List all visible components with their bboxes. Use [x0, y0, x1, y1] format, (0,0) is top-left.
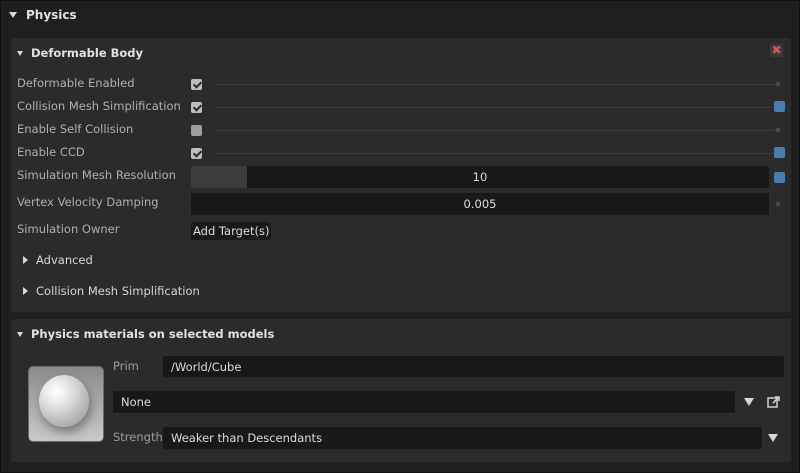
- strength-dropdown[interactable]: Weaker than Descendants: [163, 427, 762, 449]
- material-sphere-preview: [39, 375, 89, 427]
- deformable-enabled-label: Deformable Enabled: [17, 76, 135, 90]
- open-material-icon[interactable]: [767, 395, 781, 409]
- collision-mesh-simplification-section-header[interactable]: Collision Mesh Simplification: [23, 284, 200, 298]
- divider: [215, 153, 775, 154]
- divider: [215, 84, 775, 85]
- modified-value-indicator[interactable]: [774, 101, 785, 112]
- chevron-down-icon[interactable]: [768, 434, 778, 442]
- advanced-section-header[interactable]: Advanced: [23, 253, 93, 267]
- collision-mesh-simplification-checkbox[interactable]: [191, 102, 202, 113]
- collision-mesh-simplification-label: Collision Mesh Simplification: [17, 99, 181, 113]
- default-value-indicator[interactable]: [776, 128, 780, 132]
- enable-ccd-label: Enable CCD: [17, 145, 85, 159]
- enable-self-collision-label: Enable Self Collision: [17, 122, 134, 136]
- material-preview-thumbnail: [28, 366, 104, 442]
- vertex-velocity-damping-label: Vertex Velocity Damping: [17, 195, 159, 209]
- deformable-body-header[interactable]: Deformable Body: [17, 45, 143, 61]
- advanced-section-title: Advanced: [36, 253, 93, 267]
- modified-value-indicator[interactable]: [774, 147, 785, 158]
- collapse-triangle-icon[interactable]: [9, 12, 17, 18]
- slider-fill: [191, 166, 247, 188]
- deformable-body-panel: Deformable Body ✖ Deformable Enabled Col…: [11, 38, 791, 312]
- collapse-triangle-icon[interactable]: [17, 50, 23, 56]
- enable-self-collision-checkbox[interactable]: [191, 125, 202, 136]
- divider: [215, 130, 775, 131]
- default-value-indicator[interactable]: [776, 82, 780, 86]
- simulation-mesh-resolution-label: Simulation Mesh Resolution: [17, 168, 176, 182]
- physics-section-title: Physics: [26, 8, 77, 22]
- deformable-enabled-checkbox[interactable]: [191, 79, 202, 90]
- enable-ccd-checkbox[interactable]: [191, 148, 202, 159]
- add-targets-button[interactable]: Add Target(s): [191, 222, 272, 240]
- default-value-indicator[interactable]: [776, 202, 780, 206]
- prim-label: Prim: [113, 359, 139, 373]
- vertex-velocity-damping-field[interactable]: 0.005: [191, 193, 769, 215]
- property-window: Physics Deformable Body ✖ Deformable Ena…: [0, 0, 800, 473]
- physics-materials-title: Physics materials on selected models: [31, 327, 275, 341]
- deformable-body-title: Deformable Body: [31, 46, 144, 60]
- simulation-mesh-resolution-slider[interactable]: 10: [191, 166, 769, 188]
- divider: [215, 107, 775, 108]
- remove-deformable-button[interactable]: ✖: [770, 44, 783, 57]
- physics-section-header[interactable]: Physics: [9, 6, 77, 24]
- field-value: 0.005: [463, 197, 497, 211]
- modified-value-indicator[interactable]: [774, 172, 785, 183]
- simulation-owner-label: Simulation Owner: [17, 222, 120, 236]
- physics-materials-panel: Physics materials on selected models Pri…: [11, 319, 791, 462]
- slider-value: 10: [472, 170, 488, 184]
- strength-label: Strength: [113, 430, 163, 444]
- physics-materials-header[interactable]: Physics materials on selected models: [17, 326, 274, 342]
- prim-path-field[interactable]: /World/Cube: [163, 356, 784, 377]
- expand-triangle-icon[interactable]: [23, 256, 28, 264]
- collision-mesh-simplification-section-title: Collision Mesh Simplification: [36, 284, 200, 298]
- expand-triangle-icon[interactable]: [23, 287, 28, 295]
- material-dropdown[interactable]: None: [113, 391, 735, 413]
- chevron-down-icon[interactable]: [744, 398, 754, 406]
- close-icon: ✖: [771, 43, 782, 57]
- collapse-triangle-icon[interactable]: [17, 331, 23, 337]
